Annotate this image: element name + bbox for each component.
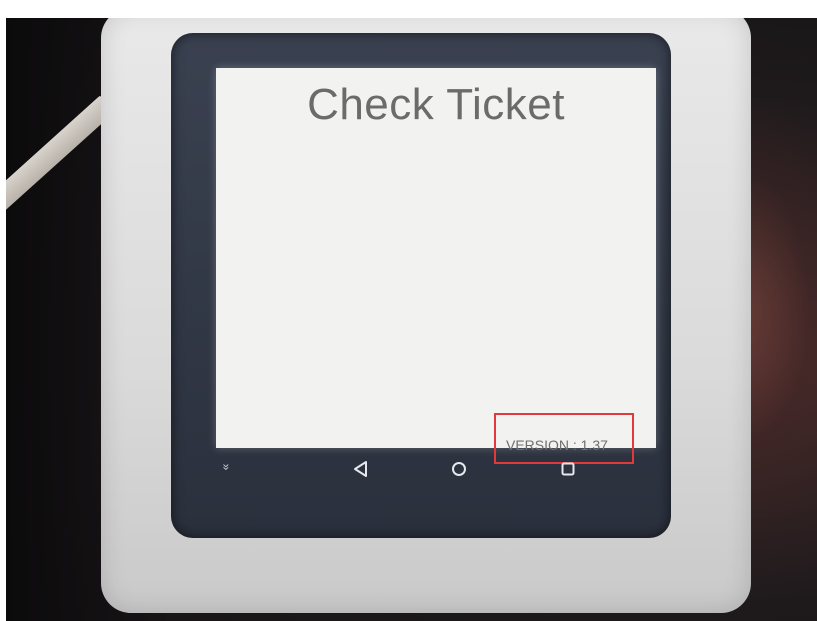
home-button[interactable] (444, 454, 474, 484)
app-screen: Check Ticket VERSION : 1.37 (216, 68, 656, 464)
device-body: Check Ticket VERSION : 1.37 » (101, 18, 751, 613)
recents-square-icon (561, 462, 575, 476)
back-button[interactable] (346, 454, 376, 484)
recents-button[interactable] (553, 454, 583, 484)
photo-background: Check Ticket VERSION : 1.37 » (6, 18, 817, 621)
chevron-down-double-icon[interactable]: » (219, 464, 233, 471)
home-circle-icon (452, 462, 466, 476)
back-triangle-icon (354, 461, 367, 477)
screen-bezel: Check Ticket VERSION : 1.37 » (171, 33, 671, 538)
cable (6, 95, 115, 213)
page-title: Check Ticket (307, 80, 565, 129)
android-navigation-bar: » (216, 448, 656, 494)
